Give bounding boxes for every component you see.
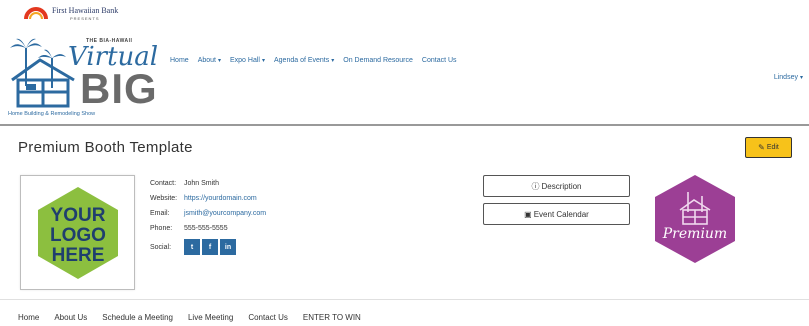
footer-link-about-us[interactable]: About Us — [54, 313, 87, 322]
nav-expo-hall[interactable]: Expo Hall ▾ — [230, 57, 265, 64]
website-row: Website: https://yourdomain.com — [150, 191, 266, 206]
phone-label: Phone: — [150, 225, 173, 232]
website-link[interactable]: https://yourdomain.com — [184, 195, 257, 202]
brand-big-text: BIG — [80, 65, 158, 112]
edit-icon: ✎ — [758, 143, 765, 152]
user-name: Lindsey — [773, 74, 798, 81]
edit-button-label: Edit — [766, 144, 779, 151]
facebook-icon[interactable]: f — [202, 239, 218, 255]
email-label: Email: — [150, 210, 170, 217]
header-divider — [0, 124, 809, 126]
booth-footer-nav: Home About Us Schedule a Meeting Live Me… — [18, 313, 376, 322]
phone-value: 555-555-5555 — [184, 225, 228, 232]
chevron-down-icon: ▾ — [217, 58, 221, 64]
site-header: First Hawaiian Bank PRESENTS THE BIA-HAW… — [0, 0, 809, 124]
contact-info: Contact: John Smith Website: https://you… — [150, 176, 266, 258]
chevron-down-icon: ▾ — [799, 75, 803, 81]
site-logo[interactable]: THE BIA-HAWAII Virtual BIG Home Building… — [8, 28, 158, 122]
website-label: Website: — [150, 195, 178, 202]
social-links: t f in — [184, 239, 236, 255]
nav-home[interactable]: Home — [170, 57, 189, 64]
description-button-label: Description — [541, 181, 582, 191]
logo-placeholder-icon: YOUR LOGO HERE — [37, 186, 118, 279]
footer-link-enter-to-win[interactable]: ENTER TO WIN — [303, 313, 361, 322]
chevron-down-icon: ▾ — [261, 58, 265, 64]
logo-text-line-2: LOGO — [50, 225, 106, 246]
user-menu[interactable]: Lindsey ▾ — [774, 74, 803, 81]
sponsor-banner: First Hawaiian Bank PRESENTS — [24, 6, 118, 21]
contact-label: Contact: — [150, 180, 177, 187]
email-link[interactable]: jsmith@yourcompany.com — [184, 210, 266, 217]
booth-logo: YOUR LOGO HERE — [20, 175, 135, 290]
premium-label: Premium — [662, 226, 727, 242]
page-title: Premium Booth Template — [18, 139, 193, 156]
sponsor-presents: PRESENTS — [70, 16, 100, 21]
logo-text-line-3: HERE — [51, 245, 104, 266]
brand-subtitle: Home Building & Remodeling Show — [8, 111, 96, 117]
chevron-down-icon: ▾ — [331, 58, 335, 64]
phone-row: Phone: 555-555-5555 — [150, 221, 266, 236]
footer-divider — [0, 299, 809, 300]
twitter-icon[interactable]: t — [184, 239, 200, 255]
description-button[interactable]: ⓘ Description — [483, 175, 630, 197]
edit-button[interactable]: ✎ Edit — [745, 137, 792, 158]
nav-contact-us[interactable]: Contact Us — [422, 57, 457, 64]
contact-name: John Smith — [184, 180, 220, 187]
event-calendar-button[interactable]: ▣ Event Calendar — [483, 203, 630, 225]
footer-link-contact-us[interactable]: Contact Us — [248, 313, 288, 322]
sponsor-name: First Hawaiian Bank — [52, 6, 119, 15]
calendar-icon: ▣ — [524, 209, 532, 219]
premium-badge: Premium — [655, 175, 735, 263]
social-label: Social: — [150, 243, 172, 251]
event-calendar-button-label: Event Calendar — [533, 209, 589, 219]
footer-link-schedule-meeting[interactable]: Schedule a Meeting — [102, 313, 173, 322]
nav-on-demand-resource[interactable]: On Demand Resource — [343, 57, 413, 64]
footer-link-home[interactable]: Home — [18, 313, 39, 322]
logo-text-line-1: YOUR — [50, 205, 105, 226]
info-icon: ⓘ — [531, 181, 540, 191]
social-row: Social: t f in — [150, 236, 266, 258]
nav-agenda-of-events[interactable]: Agenda of Events ▾ — [274, 57, 334, 64]
nav-about[interactable]: About ▾ — [198, 57, 221, 64]
linkedin-icon[interactable]: in — [220, 239, 236, 255]
email-row: Email: jsmith@yourcompany.com — [150, 206, 266, 221]
main-nav: Home About ▾ Expo Hall ▾ Agenda of Events ▾… — [170, 57, 466, 64]
footer-link-live-meeting[interactable]: Live Meeting — [188, 313, 233, 322]
contact-row: Contact: John Smith — [150, 176, 266, 191]
sponsor-logo-icon — [24, 6, 48, 20]
